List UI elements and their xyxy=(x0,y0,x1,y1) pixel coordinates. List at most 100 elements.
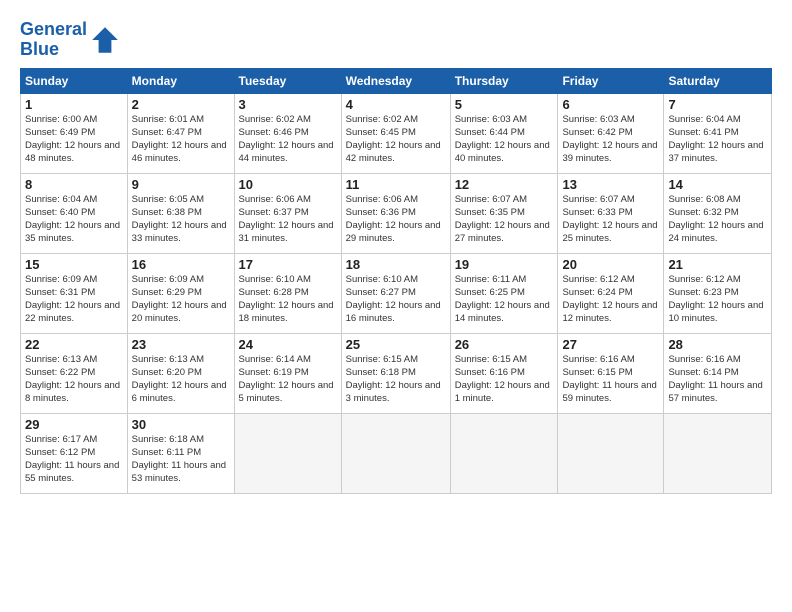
calendar-cell xyxy=(234,413,341,493)
day-info: Sunrise: 6:13 AMSunset: 6:22 PMDaylight:… xyxy=(25,354,120,405)
calendar-cell: 18Sunrise: 6:10 AMSunset: 6:27 PMDayligh… xyxy=(341,253,450,333)
day-info: Sunrise: 6:04 AMSunset: 6:40 PMDaylight:… xyxy=(25,194,120,245)
calendar-cell: 13 Sunrise: 6:07 AMSunset: 6:33 PMDayligh… xyxy=(558,173,664,253)
calendar-cell: 2Sunrise: 6:01 AMSunset: 6:47 PMDaylight… xyxy=(127,93,234,173)
calendar: SundayMondayTuesdayWednesdayThursdayFrid… xyxy=(20,68,772,494)
day-info: Sunrise: 6:06 AMSunset: 6:36 PMDaylight:… xyxy=(346,194,441,245)
day-info: Sunrise: 6:16 AMSunset: 6:15 PMDaylight:… xyxy=(562,354,656,405)
day-info: Sunrise: 6:12 AMSunset: 6:24 PMDaylight:… xyxy=(562,274,657,325)
day-number: 21 xyxy=(668,257,767,272)
calendar-cell: 14 Sunrise: 6:08 AMSunset: 6:32 PMDayligh… xyxy=(664,173,772,253)
day-number: 25 xyxy=(346,337,446,352)
day-number: 28 xyxy=(668,337,767,352)
calendar-cell: 28 Sunrise: 6:16 AMSunset: 6:14 PMDayligh… xyxy=(664,333,772,413)
calendar-cell: 19Sunrise: 6:11 AMSunset: 6:25 PMDayligh… xyxy=(450,253,558,333)
logo: General Blue xyxy=(20,20,121,60)
day-number: 17 xyxy=(239,257,337,272)
calendar-cell: 21Sunrise: 6:12 AMSunset: 6:23 PMDayligh… xyxy=(664,253,772,333)
calendar-cell: 23Sunrise: 6:13 AMSunset: 6:20 PMDayligh… xyxy=(127,333,234,413)
calendar-cell: 1 Sunrise: 6:00 AMSunset: 6:49 PMDaylight… xyxy=(21,93,128,173)
calendar-cell: 15Sunrise: 6:09 AMSunset: 6:31 PMDayligh… xyxy=(21,253,128,333)
day-info: Sunrise: 6:15 AMSunset: 6:18 PMDaylight:… xyxy=(346,354,441,405)
day-info: Sunrise: 6:07 AMSunset: 6:33 PMDaylight:… xyxy=(562,194,657,245)
day-number: 22 xyxy=(25,337,123,352)
calendar-week-1: 1 Sunrise: 6:00 AMSunset: 6:49 PMDaylight… xyxy=(21,93,772,173)
logo-text: General Blue xyxy=(20,20,87,60)
calendar-cell: 16 Sunrise: 6:09 AMSunset: 6:29 PMDayligh… xyxy=(127,253,234,333)
calendar-cell: 7Sunrise: 6:04 AMSunset: 6:41 PMDaylight… xyxy=(664,93,772,173)
day-number: 18 xyxy=(346,257,446,272)
day-info: Sunrise: 6:05 AMSunset: 6:38 PMDaylight:… xyxy=(132,194,227,245)
calendar-week-2: 8 Sunrise: 6:04 AMSunset: 6:40 PMDaylight… xyxy=(21,173,772,253)
calendar-cell: 29Sunrise: 6:17 AMSunset: 6:12 PMDayligh… xyxy=(21,413,128,493)
calendar-cell xyxy=(558,413,664,493)
day-number: 24 xyxy=(239,337,337,352)
day-info: Sunrise: 6:03 AMSunset: 6:44 PMDaylight:… xyxy=(455,114,550,165)
day-number: 16 xyxy=(132,257,230,272)
calendar-cell: 27 Sunrise: 6:16 AMSunset: 6:15 PMDayligh… xyxy=(558,333,664,413)
calendar-cell: 3Sunrise: 6:02 AMSunset: 6:46 PMDaylight… xyxy=(234,93,341,173)
day-header-wednesday: Wednesday xyxy=(341,68,450,93)
day-header-sunday: Sunday xyxy=(21,68,128,93)
day-info: Sunrise: 6:08 AMSunset: 6:32 PMDaylight:… xyxy=(668,194,763,245)
calendar-cell: 11 Sunrise: 6:06 AMSunset: 6:36 PMDayligh… xyxy=(341,173,450,253)
calendar-cell: 26 Sunrise: 6:15 AMSunset: 6:16 PMDayligh… xyxy=(450,333,558,413)
calendar-cell xyxy=(450,413,558,493)
calendar-cell: 25 Sunrise: 6:15 AMSunset: 6:18 PMDayligh… xyxy=(341,333,450,413)
day-info: Sunrise: 6:00 AMSunset: 6:49 PMDaylight:… xyxy=(25,114,120,165)
calendar-cell: 8 Sunrise: 6:04 AMSunset: 6:40 PMDaylight… xyxy=(21,173,128,253)
calendar-cell: 20 Sunrise: 6:12 AMSunset: 6:24 PMDayligh… xyxy=(558,253,664,333)
day-info: Sunrise: 6:09 AMSunset: 6:29 PMDaylight:… xyxy=(132,274,227,325)
day-number: 19 xyxy=(455,257,554,272)
day-number: 14 xyxy=(668,177,767,192)
day-info: Sunrise: 6:15 AMSunset: 6:16 PMDaylight:… xyxy=(455,354,550,405)
calendar-body: 1 Sunrise: 6:00 AMSunset: 6:49 PMDaylight… xyxy=(21,93,772,493)
logo-icon xyxy=(89,24,121,56)
calendar-week-3: 15Sunrise: 6:09 AMSunset: 6:31 PMDayligh… xyxy=(21,253,772,333)
day-info: Sunrise: 6:03 AMSunset: 6:42 PMDaylight:… xyxy=(562,114,657,165)
day-number: 9 xyxy=(132,177,230,192)
day-number: 4 xyxy=(346,97,446,112)
day-header-tuesday: Tuesday xyxy=(234,68,341,93)
calendar-cell: 12Sunrise: 6:07 AMSunset: 6:35 PMDayligh… xyxy=(450,173,558,253)
day-number: 27 xyxy=(562,337,659,352)
calendar-cell: 9 Sunrise: 6:05 AMSunset: 6:38 PMDaylight… xyxy=(127,173,234,253)
day-number: 5 xyxy=(455,97,554,112)
header: General Blue xyxy=(20,16,772,60)
day-info: Sunrise: 6:13 AMSunset: 6:20 PMDaylight:… xyxy=(132,354,227,405)
page: General Blue SundayMondayTuesdayWednesda… xyxy=(0,0,792,612)
day-info: Sunrise: 6:06 AMSunset: 6:37 PMDaylight:… xyxy=(239,194,334,245)
calendar-cell: 5 Sunrise: 6:03 AMSunset: 6:44 PMDaylight… xyxy=(450,93,558,173)
calendar-cell: 4Sunrise: 6:02 AMSunset: 6:45 PMDaylight… xyxy=(341,93,450,173)
day-number: 30 xyxy=(132,417,230,432)
calendar-week-5: 29Sunrise: 6:17 AMSunset: 6:12 PMDayligh… xyxy=(21,413,772,493)
calendar-cell xyxy=(664,413,772,493)
day-number: 11 xyxy=(346,177,446,192)
day-number: 8 xyxy=(25,177,123,192)
day-info: Sunrise: 6:18 AMSunset: 6:11 PMDaylight:… xyxy=(132,434,226,485)
calendar-cell: 17 Sunrise: 6:10 AMSunset: 6:28 PMDayligh… xyxy=(234,253,341,333)
day-header-friday: Friday xyxy=(558,68,664,93)
calendar-cell: 30 Sunrise: 6:18 AMSunset: 6:11 PMDayligh… xyxy=(127,413,234,493)
day-number: 1 xyxy=(25,97,123,112)
day-number: 15 xyxy=(25,257,123,272)
day-info: Sunrise: 6:10 AMSunset: 6:28 PMDaylight:… xyxy=(239,274,334,325)
day-number: 26 xyxy=(455,337,554,352)
day-number: 10 xyxy=(239,177,337,192)
day-header-monday: Monday xyxy=(127,68,234,93)
calendar-cell xyxy=(341,413,450,493)
day-header-thursday: Thursday xyxy=(450,68,558,93)
day-header-saturday: Saturday xyxy=(664,68,772,93)
day-info: Sunrise: 6:04 AMSunset: 6:41 PMDaylight:… xyxy=(668,114,763,165)
day-info: Sunrise: 6:16 AMSunset: 6:14 PMDaylight:… xyxy=(668,354,762,405)
calendar-cell: 24 Sunrise: 6:14 AMSunset: 6:19 PMDayligh… xyxy=(234,333,341,413)
day-info: Sunrise: 6:01 AMSunset: 6:47 PMDaylight:… xyxy=(132,114,227,165)
day-number: 20 xyxy=(562,257,659,272)
day-number: 6 xyxy=(562,97,659,112)
day-number: 3 xyxy=(239,97,337,112)
calendar-cell: 10 Sunrise: 6:06 AMSunset: 6:37 PMDayligh… xyxy=(234,173,341,253)
day-info: Sunrise: 6:14 AMSunset: 6:19 PMDaylight:… xyxy=(239,354,334,405)
calendar-header-row: SundayMondayTuesdayWednesdayThursdayFrid… xyxy=(21,68,772,93)
day-number: 13 xyxy=(562,177,659,192)
day-info: Sunrise: 6:17 AMSunset: 6:12 PMDaylight:… xyxy=(25,434,119,485)
